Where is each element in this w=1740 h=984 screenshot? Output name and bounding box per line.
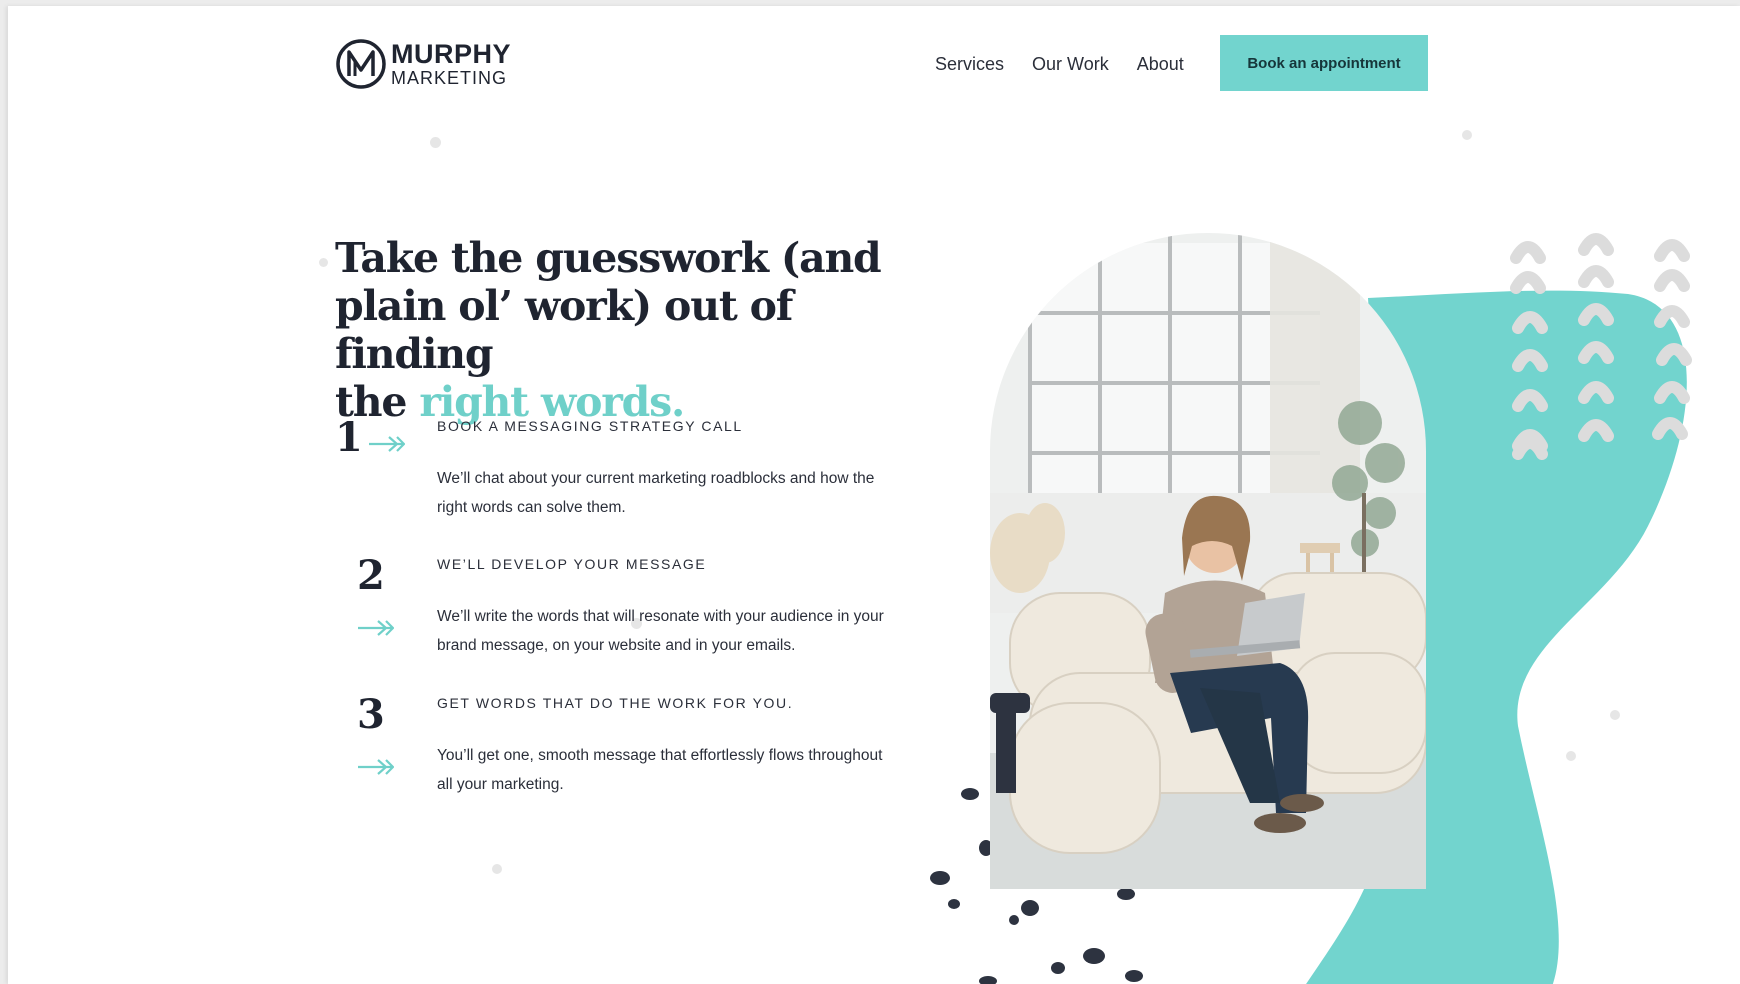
nav-item-services[interactable]: Services — [935, 54, 1004, 75]
double-arrow-right-icon — [358, 620, 394, 636]
decor-dot — [430, 137, 441, 148]
decor-dot — [319, 258, 328, 267]
nav-item-our-work[interactable]: Our Work — [1032, 54, 1109, 75]
step-body: We’ll chat about your current marketing … — [437, 470, 875, 516]
hero-headline: Take the guesswork (and plain ol’ work) … — [335, 234, 895, 426]
step-title: GET WORDS THAT DO THE WORK FOR YOU. — [437, 695, 794, 711]
brand-sub: MARKETING — [391, 68, 508, 88]
step-title: BOOK A MESSAGING STRATEGY CALL — [437, 418, 743, 434]
m-monogram-icon — [336, 39, 386, 89]
step-body: We’ll write the words that will resonate… — [437, 608, 884, 654]
decor-dot — [1566, 751, 1576, 761]
decor-dot — [1610, 710, 1620, 720]
double-arrow-right-icon — [369, 436, 405, 452]
woman-on-sofa-illustration — [990, 233, 1426, 889]
main-nav: Services Our Work About — [935, 54, 1184, 75]
step-1: 1 BOOK A MESSAGING STRATEGY CALL We’ll c… — [335, 418, 895, 528]
headline-line-1: Take the guesswork (and — [335, 234, 882, 282]
step-2: 2 WE’LL DEVELOP YOUR MESSAGE We’ll write… — [335, 556, 895, 666]
decor-dot — [1462, 130, 1472, 140]
step-number: 2 — [357, 552, 385, 599]
step-number: 1 — [335, 414, 363, 461]
logo[interactable]: MURPHY MARKETING — [335, 38, 511, 90]
decor-dot — [492, 864, 502, 874]
step-body: You’ll get one, smooth message that effo… — [437, 747, 883, 793]
page: MURPHY MARKETING Services Our Work About… — [8, 6, 1740, 984]
nav-item-about[interactable]: About — [1137, 54, 1184, 75]
step-number: 3 — [357, 691, 385, 738]
headline-line-2: plain ol’ work) out of finding — [335, 282, 793, 378]
book-appointment-button[interactable]: Book an appointment — [1220, 35, 1428, 91]
hero-photo — [990, 233, 1426, 889]
double-arrow-right-icon — [358, 759, 394, 775]
step-title: WE’LL DEVELOP YOUR MESSAGE — [437, 556, 707, 572]
logo-wordmark: MURPHY MARKETING — [391, 39, 512, 88]
brand-name: MURPHY — [391, 39, 512, 69]
step-3: 3 GET WORDS THAT DO THE WORK FOR YOU. Yo… — [335, 695, 895, 805]
